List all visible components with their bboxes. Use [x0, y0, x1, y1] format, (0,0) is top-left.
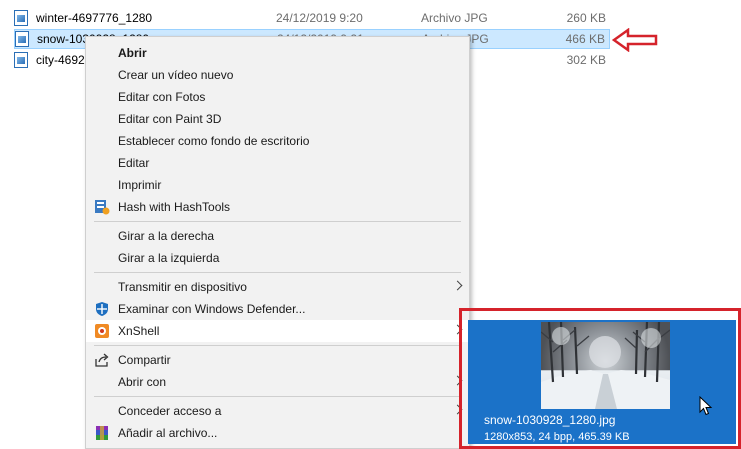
menu-item-crear-video[interactable]: Crear un vídeo nuevo [86, 64, 469, 86]
menu-item-imprimir[interactable]: Imprimir [86, 174, 469, 196]
file-date: 24/12/2019 9:20 [276, 11, 363, 25]
file-type: Archivo JPG [421, 11, 488, 25]
menu-label: Editar [118, 156, 150, 170]
menu-item-conceder-acceso[interactable]: Conceder acceso a [86, 400, 469, 422]
menu-label: Transmitir en dispositivo [118, 280, 247, 294]
menu-label: Examinar con Windows Defender... [118, 302, 306, 316]
menu-label: Girar a la izquierda [118, 251, 220, 265]
hashtools-icon [95, 200, 110, 215]
file-size: 302 KB [566, 53, 606, 67]
menu-item-editar[interactable]: Editar [86, 152, 469, 174]
menu-item-anadir-archivo[interactable]: Añadir al archivo... [86, 422, 469, 444]
menu-label: Conceder acceso a [118, 404, 222, 418]
menu-item-abrir[interactable]: Abrir [86, 42, 469, 64]
menu-item-windows-defender[interactable]: Examinar con Windows Defender... [86, 298, 469, 320]
menu-item-girar-derecha[interactable]: Girar a la derecha [86, 225, 469, 247]
menu-separator [94, 345, 461, 346]
chevron-right-icon [452, 280, 463, 291]
image-file-icon [15, 31, 29, 47]
snow-trees-image [541, 322, 670, 409]
menu-item-editar-fotos[interactable]: Editar con Fotos [86, 86, 469, 108]
menu-item-hashtools[interactable]: Hash with HashTools [86, 196, 469, 218]
menu-separator [94, 221, 461, 222]
menu-label: Crear un vídeo nuevo [118, 68, 234, 82]
xnshell-icon [95, 324, 109, 338]
preview-filename: snow-1030928_1280.jpg [484, 413, 616, 427]
menu-label: Abrir [118, 46, 147, 60]
menu-label: Establecer como fondo de escritorio [118, 134, 310, 148]
file-size: 260 KB [566, 11, 606, 25]
highlight-frame: snow-1030928_1280.jpg 1280x853, 24 bpp, … [459, 308, 741, 449]
menu-label: Abrir con [118, 375, 167, 389]
context-menu: Abrir Crear un vídeo nuevo Editar con Fo… [85, 36, 470, 449]
menu-separator [94, 272, 461, 273]
menu-label: Imprimir [118, 178, 162, 192]
file-name: winter-4697776_1280 [36, 11, 153, 25]
file-row-winter[interactable]: winter-4697776_1280 24/12/2019 9:20 Arch… [14, 8, 610, 28]
menu-label: Compartir [118, 353, 171, 367]
menu-item-editar-paint3d[interactable]: Editar con Paint 3D [86, 108, 469, 130]
menu-item-abrir-con[interactable]: Abrir con [86, 371, 469, 393]
menu-item-fondo-escritorio[interactable]: Establecer como fondo de escritorio [86, 130, 469, 152]
preview-metadata: 1280x853, 24 bpp, 465.39 KB [484, 431, 630, 443]
share-icon [95, 353, 109, 367]
menu-label: Girar a la derecha [118, 229, 215, 243]
red-arrow-icon [612, 28, 658, 52]
menu-item-compartir[interactable]: Compartir [86, 349, 469, 371]
menu-item-transmitir[interactable]: Transmitir en dispositivo [86, 276, 469, 298]
image-file-icon [14, 52, 28, 68]
menu-label: XnShell [118, 324, 160, 338]
windows-defender-icon [96, 302, 108, 316]
menu-label: Añadir al archivo... [118, 426, 218, 440]
menu-item-girar-izquierda[interactable]: Girar a la izquierda [86, 247, 469, 269]
preview-thumbnail [541, 322, 670, 409]
menu-separator [94, 396, 461, 397]
file-size: 466 KB [565, 32, 605, 46]
menu-item-xnshell[interactable]: XnShell [86, 320, 469, 342]
menu-label: Editar con Paint 3D [118, 112, 222, 126]
xnshell-preview-panel: snow-1030928_1280.jpg 1280x853, 24 bpp, … [468, 320, 736, 444]
mouse-cursor-icon [699, 396, 713, 416]
file-name: city-4692 [36, 53, 85, 67]
menu-label: Editar con Fotos [118, 90, 206, 104]
menu-label: Hash with HashTools [118, 200, 231, 214]
image-file-icon [14, 10, 28, 26]
winrar-icon [96, 426, 108, 440]
